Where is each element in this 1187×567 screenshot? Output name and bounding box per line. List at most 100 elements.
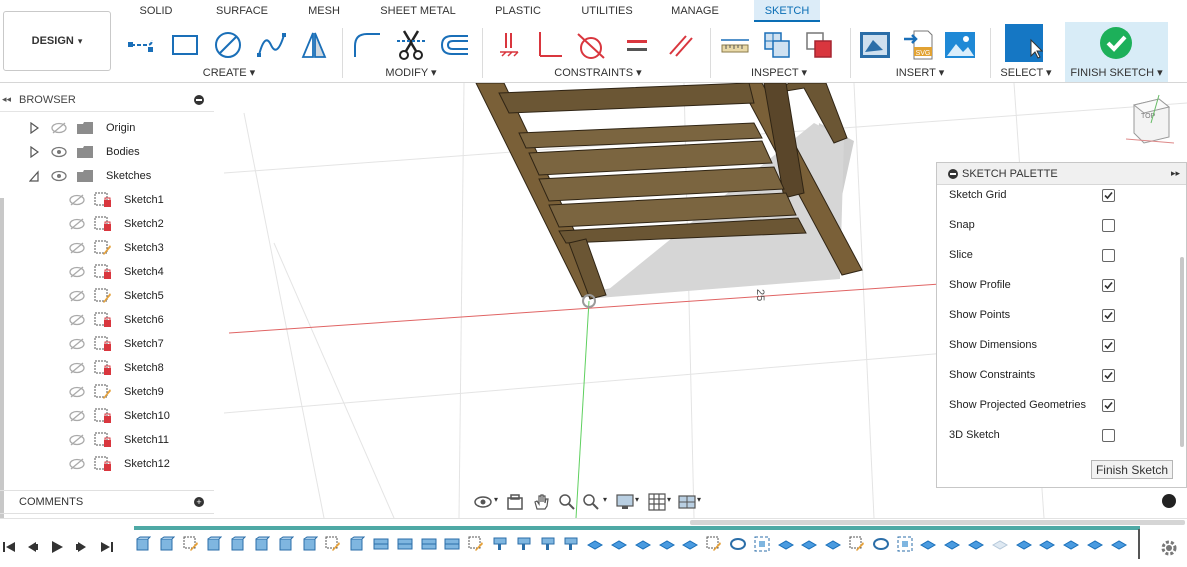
view-cube[interactable]: TOP: [1125, 94, 1175, 144]
orbit-icon[interactable]: [473, 492, 493, 512]
display-settings-icon[interactable]: [616, 493, 634, 511]
constraints-group-label[interactable]: CONSTRAINTS ▾: [488, 66, 708, 79]
visibility-hidden-icon[interactable]: [69, 338, 85, 353]
browser-item-sketch4[interactable]: Sketch4: [0, 260, 214, 284]
tab-plastic[interactable]: PLASTIC: [490, 0, 546, 22]
look-at-icon[interactable]: [506, 493, 524, 511]
combine-feature-icon[interactable]: [730, 536, 746, 552]
plane-feature-icon[interactable]: [516, 536, 532, 552]
line-tool-button[interactable]: [124, 28, 158, 62]
visibility-hidden-icon[interactable]: [69, 434, 85, 449]
browser-item-sketch8[interactable]: Sketch8: [0, 356, 214, 380]
visibility-hidden-icon[interactable]: [69, 314, 85, 329]
browser-item-sketch2[interactable]: Sketch2: [0, 212, 214, 236]
palette-option-checkbox[interactable]: [1102, 368, 1115, 382]
extrude-feature-icon[interactable]: [159, 536, 176, 552]
browser-item-sketch6[interactable]: Sketch6: [0, 308, 214, 332]
timeline-scrollbar[interactable]: [690, 520, 1185, 525]
move-feature-icon[interactable]: [634, 536, 651, 552]
add-comment-icon[interactable]: +: [194, 497, 204, 507]
browser-item-sketch3[interactable]: Sketch3: [0, 236, 214, 260]
fusion-status-icon[interactable]: [1162, 494, 1176, 508]
palette-option-checkbox[interactable]: [1102, 248, 1115, 262]
go-to-start-icon[interactable]: [2, 540, 16, 554]
browser-item-sketch1[interactable]: Sketch1: [0, 188, 214, 212]
tab-utilities[interactable]: UTILITIES: [580, 0, 634, 22]
browser-folder-origin[interactable]: Origin: [0, 116, 214, 140]
insert-group-label[interactable]: INSERT ▾: [856, 66, 984, 79]
browser-folder-bodies[interactable]: Bodies: [0, 140, 214, 164]
finish-sketch-button[interactable]: Finish Sketch: [1090, 460, 1173, 479]
mirror-tool-button[interactable]: [297, 28, 331, 62]
move-feature-icon[interactable]: [944, 536, 961, 552]
plane-feature-icon[interactable]: [540, 536, 556, 552]
fit-zoom-icon[interactable]: [582, 493, 600, 511]
sketch-feature-icon[interactable]: [183, 536, 199, 552]
plane-feature-icon[interactable]: [563, 536, 579, 552]
plane-feature-icon[interactable]: [492, 536, 508, 552]
browser-item-sketch9[interactable]: Sketch9: [0, 380, 214, 404]
finish-sketch-group[interactable]: FINISH SKETCH ▾: [1065, 22, 1168, 82]
select-tool-button[interactable]: [1005, 24, 1043, 62]
pattern-feature-icon[interactable]: [754, 536, 770, 552]
palette-option-checkbox[interactable]: [1102, 428, 1115, 442]
move-feature-icon[interactable]: [1015, 536, 1032, 552]
workspace-dropdown-button[interactable]: DESIGN ▾: [3, 11, 111, 71]
move-feature-icon[interactable]: [658, 536, 675, 552]
tab-mesh[interactable]: MESH: [306, 0, 342, 22]
browser-item-sketch11[interactable]: Sketch11: [0, 428, 214, 452]
move-feature-icon[interactable]: [1086, 536, 1104, 552]
sketch-feature-icon[interactable]: [849, 536, 865, 552]
palette-scrollbar[interactable]: [1180, 257, 1184, 447]
trim-tool-button[interactable]: [394, 28, 428, 62]
move-feature-icon[interactable]: [682, 536, 699, 552]
visibility-hidden-icon[interactable]: [51, 122, 67, 137]
fillet-tool-button[interactable]: [350, 28, 384, 62]
move-feature-icon[interactable]: [825, 536, 842, 552]
step-forward-icon[interactable]: [75, 540, 89, 554]
tangent-constraint-button[interactable]: [574, 28, 608, 62]
pattern-feature-icon[interactable]: [897, 536, 913, 552]
coincident-constraint-button[interactable]: [492, 28, 526, 62]
extrude-feature-icon[interactable]: [254, 536, 271, 552]
move-feature-icon[interactable]: [587, 536, 604, 552]
gear-icon[interactable]: [1160, 539, 1178, 557]
chevron-down-icon[interactable]: ▾: [667, 495, 671, 504]
chevron-down-icon[interactable]: ▾: [635, 495, 639, 504]
palette-option-checkbox[interactable]: [1102, 278, 1115, 292]
chevron-down-icon[interactable]: ▾: [697, 495, 701, 504]
measure-tool-button[interactable]: [718, 28, 752, 62]
visibility-hidden-icon[interactable]: [69, 194, 85, 209]
sketch-feature-icon[interactable]: [325, 536, 341, 552]
move-feature-icon[interactable]: [920, 536, 937, 552]
tab-manage[interactable]: MANAGE: [668, 0, 722, 22]
tab-sheet-metal[interactable]: SHEET METAL: [380, 0, 456, 22]
palette-option-checkbox[interactable]: [1102, 338, 1115, 352]
box-feature-icon[interactable]: [444, 536, 460, 552]
tab-surface[interactable]: SURFACE: [212, 0, 272, 22]
pan-hand-icon[interactable]: [532, 493, 550, 511]
box-feature-icon[interactable]: [397, 536, 413, 552]
extrude-feature-icon[interactable]: [302, 536, 318, 552]
play-icon[interactable]: [50, 540, 64, 554]
browser-item-sketch12[interactable]: Sketch12: [0, 452, 214, 476]
create-group-label[interactable]: CREATE ▾: [120, 66, 338, 79]
extrude-feature-icon[interactable]: [206, 536, 223, 552]
extrude-feature-icon[interactable]: [278, 536, 295, 552]
spline-tool-button[interactable]: [254, 28, 288, 62]
palette-option-checkbox[interactable]: [1102, 398, 1115, 412]
insert-canvas-button[interactable]: [943, 28, 977, 62]
visibility-hidden-icon[interactable]: [69, 218, 85, 233]
visibility-hidden-icon[interactable]: [69, 458, 85, 473]
timeline-marker[interactable]: [1138, 529, 1140, 559]
visibility-icon[interactable]: [51, 146, 67, 161]
extrude-feature-icon[interactable]: [230, 536, 247, 552]
interference-tool-button[interactable]: [760, 28, 794, 62]
go-to-end-icon[interactable]: [100, 540, 114, 554]
browser-item-sketch10[interactable]: Sketch10: [0, 404, 214, 428]
equal-constraint-button[interactable]: [620, 28, 654, 62]
browser-item-sketch5[interactable]: Sketch5: [0, 284, 214, 308]
visibility-hidden-icon[interactable]: [69, 386, 85, 401]
circle-tool-button[interactable]: [211, 28, 245, 62]
parallel-constraint-button[interactable]: [664, 28, 698, 62]
